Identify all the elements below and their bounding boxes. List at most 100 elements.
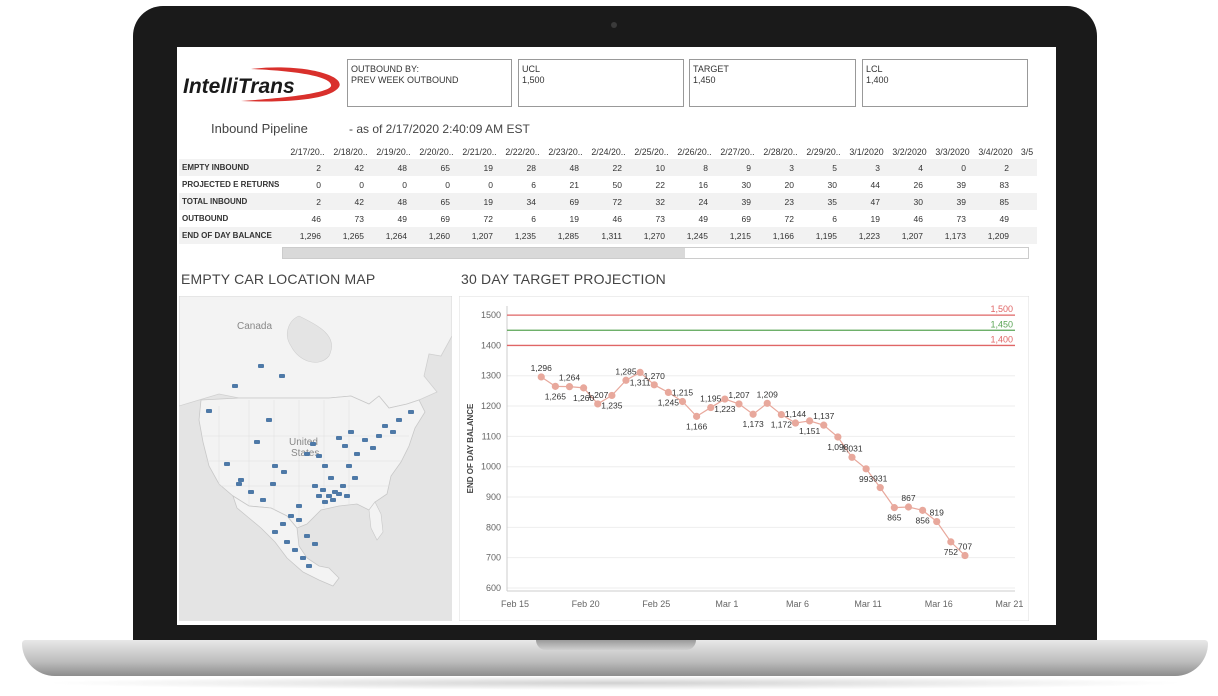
projection-chart[interactable]: 600 700 800 900 1000 1100 1200 1300 1400 1500 Feb … [459, 296, 1029, 621]
date-header[interactable]: 2/19/20.. [372, 145, 415, 159]
car-marker[interactable] [224, 462, 230, 466]
car-marker[interactable] [304, 534, 310, 538]
date-header[interactable]: 2/20/20.. [415, 145, 458, 159]
table-cell[interactable]: 32 [630, 193, 673, 210]
date-header[interactable]: 2/27/20.. [716, 145, 759, 159]
date-header[interactable]: 2/22/20.. [501, 145, 544, 159]
table-cell[interactable]: 5 [802, 159, 845, 176]
table-cell[interactable]: 21 [544, 176, 587, 193]
car-marker[interactable] [322, 464, 328, 468]
table-cell[interactable]: 49 [372, 210, 415, 227]
car-marker[interactable] [326, 494, 332, 498]
table-cell[interactable]: 19 [458, 159, 501, 176]
table-cell[interactable]: 0 [931, 159, 974, 176]
table-cell[interactable]: 48 [372, 193, 415, 210]
table-cell[interactable]: 2 [286, 193, 329, 210]
table-cell[interactable]: 2 [974, 159, 1017, 176]
table-cell[interactable]: 35 [802, 193, 845, 210]
table-cell[interactable]: 20 [759, 176, 802, 193]
car-marker[interactable] [238, 478, 244, 482]
table-cell[interactable]: 1,265 [329, 227, 372, 244]
table-cell[interactable]: 6 [802, 210, 845, 227]
table-cell[interactable]: 39 [931, 193, 974, 210]
table-cell[interactable]: 1,207 [888, 227, 931, 244]
table-cell[interactable]: 0 [372, 176, 415, 193]
car-marker[interactable] [236, 482, 242, 486]
car-marker[interactable] [272, 530, 278, 534]
table-cell[interactable]: 1,285 [544, 227, 587, 244]
table-cell[interactable]: 1,270 [630, 227, 673, 244]
table-cell[interactable]: 1,264 [372, 227, 415, 244]
table-cell[interactable]: 42 [329, 159, 372, 176]
car-marker[interactable] [279, 374, 285, 378]
table-cell[interactable]: 49 [974, 210, 1017, 227]
table-cell[interactable]: 1,223 [845, 227, 888, 244]
table-cell[interactable]: 39 [716, 193, 759, 210]
car-marker[interactable] [328, 476, 334, 480]
table-cell[interactable]: 1,215 [716, 227, 759, 244]
table-cell[interactable]: 30 [716, 176, 759, 193]
table-cell[interactable]: 30 [888, 193, 931, 210]
car-marker[interactable] [382, 424, 388, 428]
table-cell[interactable]: 47 [845, 193, 888, 210]
table-cell[interactable]: 19 [458, 193, 501, 210]
table-cell[interactable]: 8 [673, 159, 716, 176]
table-cell[interactable]: 1,260 [415, 227, 458, 244]
table-cell[interactable]: 1,195 [802, 227, 845, 244]
car-marker[interactable] [340, 484, 346, 488]
table-cell[interactable]: 1,311 [587, 227, 630, 244]
car-marker[interactable] [344, 494, 350, 498]
car-marker[interactable] [306, 564, 312, 568]
table-cell[interactable]: 19 [845, 210, 888, 227]
date-header[interactable]: 3/2/2020 [888, 145, 931, 159]
car-marker[interactable] [336, 436, 342, 440]
car-marker[interactable] [296, 518, 302, 522]
car-marker[interactable] [390, 430, 396, 434]
table-cell[interactable]: 2 [286, 159, 329, 176]
car-marker[interactable] [254, 440, 260, 444]
table-cell[interactable]: 28 [501, 159, 544, 176]
table-cell[interactable]: 0 [415, 176, 458, 193]
empty-car-location-map[interactable]: Canada United States [179, 296, 452, 621]
date-header[interactable]: 2/29/20.. [802, 145, 845, 159]
date-header[interactable]: 2/28/20.. [759, 145, 802, 159]
table-cell[interactable]: 46 [286, 210, 329, 227]
table-cell[interactable]: 85 [974, 193, 1017, 210]
car-marker[interactable] [272, 464, 278, 468]
car-marker[interactable] [258, 364, 264, 368]
table-cell[interactable]: 1,245 [673, 227, 716, 244]
car-marker[interactable] [316, 494, 322, 498]
car-marker[interactable] [396, 418, 402, 422]
car-marker[interactable] [312, 542, 318, 546]
date-header[interactable]: 3/4/2020 [974, 145, 1017, 159]
table-cell[interactable]: 65 [415, 193, 458, 210]
car-marker[interactable] [370, 446, 376, 450]
table-cell[interactable]: 30 [802, 176, 845, 193]
car-marker[interactable] [376, 434, 382, 438]
table-cell[interactable]: 9 [716, 159, 759, 176]
date-header[interactable]: 2/17/20.. [286, 145, 329, 159]
car-marker[interactable] [248, 490, 254, 494]
car-marker[interactable] [316, 454, 322, 458]
table-cell[interactable]: 34 [501, 193, 544, 210]
car-marker[interactable] [354, 452, 360, 456]
car-marker[interactable] [296, 504, 302, 508]
table-cell[interactable]: 69 [415, 210, 458, 227]
car-marker[interactable] [352, 476, 358, 480]
table-cell[interactable]: 0 [458, 176, 501, 193]
table-cell[interactable]: 69 [716, 210, 759, 227]
car-marker[interactable] [280, 522, 286, 526]
table-cell[interactable]: 22 [587, 159, 630, 176]
table-cell[interactable]: 1,235 [501, 227, 544, 244]
car-marker[interactable] [346, 464, 352, 468]
car-marker[interactable] [266, 418, 272, 422]
table-cell[interactable]: 48 [544, 159, 587, 176]
date-header[interactable]: 2/24/20.. [587, 145, 630, 159]
table-cell[interactable]: 72 [759, 210, 802, 227]
car-marker[interactable] [362, 438, 368, 442]
table-cell[interactable]: 73 [630, 210, 673, 227]
car-marker[interactable] [330, 498, 336, 502]
table-cell[interactable]: 3 [845, 159, 888, 176]
scrollbar-thumb[interactable] [283, 248, 685, 258]
date-header[interactable]: 2/25/20.. [630, 145, 673, 159]
